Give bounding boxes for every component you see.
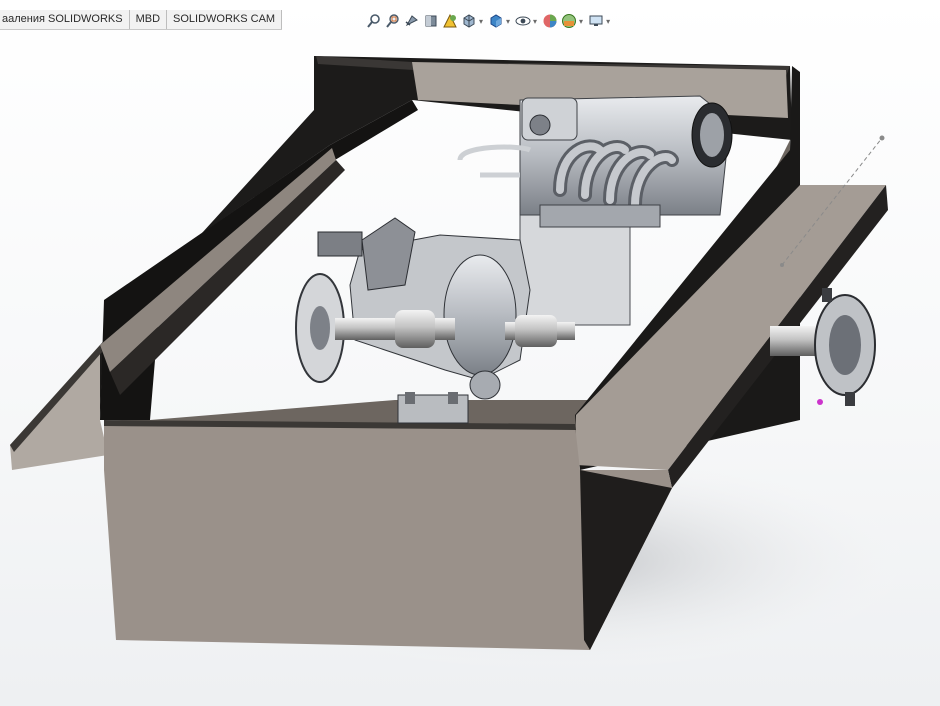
view-settings-icon[interactable]	[588, 13, 604, 29]
command-manager-tabs: ааления SOLIDWORKS MBD SOLIDWORKS CAM	[0, 10, 283, 30]
display-style-icon[interactable]	[488, 13, 504, 29]
heads-up-view-toolbar: ▾ ▾ ▾ ▾ ▾	[366, 11, 612, 31]
hub-tooth-bottom	[845, 392, 855, 406]
intake-port	[529, 114, 551, 136]
throttle-body	[521, 97, 578, 141]
apply-scene-caret-icon[interactable]: ▾	[579, 17, 583, 26]
section-view-icon[interactable]	[423, 13, 439, 29]
engine-block	[519, 214, 631, 326]
tab-mbd[interactable]: MBD	[130, 10, 168, 29]
wheel-hub-inner	[829, 315, 861, 375]
model-viewport[interactable]	[0, 0, 940, 706]
graphics-area[interactable]: ааления SOLIDWORKS MBD SOLIDWORKS CAM ▾ …	[0, 0, 940, 706]
previous-view-icon[interactable]	[404, 13, 420, 29]
zoom-to-fit-icon[interactable]	[366, 13, 382, 29]
reference-axis-end	[879, 135, 885, 141]
view-settings-caret-icon[interactable]: ▾	[606, 17, 610, 26]
frame-left-flange	[10, 345, 108, 470]
view-orientation-caret-icon[interactable]: ▾	[479, 17, 483, 26]
hide-show-items-icon[interactable]	[515, 13, 531, 29]
gearbox-output	[469, 370, 501, 400]
hide-show-caret-icon[interactable]: ▾	[533, 17, 537, 26]
brake-disc-hub	[310, 306, 330, 350]
view-orientation-icon[interactable]	[461, 13, 477, 29]
display-style-caret-icon[interactable]: ▾	[506, 17, 510, 26]
right-cv-joint	[515, 315, 557, 347]
pulley	[700, 113, 724, 157]
exhaust-manifold	[539, 204, 661, 228]
tab-solidworks-cam[interactable]: SOLIDWORKS CAM	[167, 10, 283, 29]
reference-axis-start	[780, 263, 784, 267]
apply-scene-icon[interactable]	[561, 13, 577, 29]
zoom-to-area-icon[interactable]	[385, 13, 401, 29]
gearbox-assembly[interactable]	[317, 217, 531, 400]
bracket-left	[317, 231, 363, 257]
gearbox-bellhousing	[443, 254, 517, 376]
edit-appearance-icon[interactable]	[542, 13, 558, 29]
dynamic-annotation-views-icon[interactable]	[442, 13, 458, 29]
hub-tooth-top	[822, 288, 832, 302]
tab-solidworks-addins[interactable]: ааления SOLIDWORKS	[0, 10, 130, 29]
selection-point[interactable]	[817, 399, 823, 405]
lower-bracket	[397, 392, 469, 424]
left-cv-joint	[395, 310, 435, 348]
